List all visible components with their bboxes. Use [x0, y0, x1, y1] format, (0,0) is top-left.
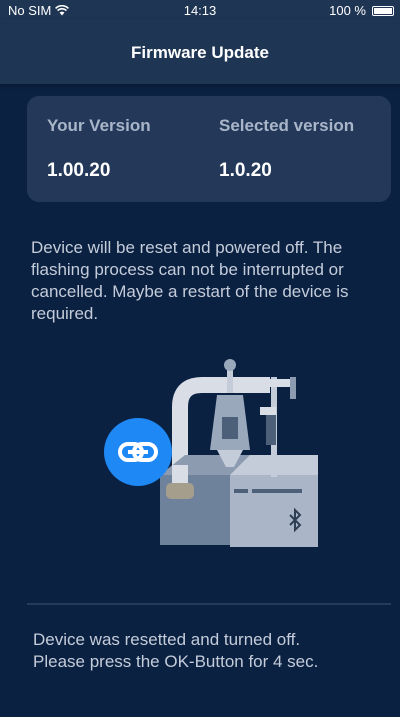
- battery-percent: 100 %: [329, 3, 366, 18]
- navigation-bar: Firmware Update: [0, 20, 400, 84]
- selected-version-value: 1.0.20: [219, 160, 272, 181]
- device-illustration: [104, 359, 318, 547]
- your-version-label: Your Version: [47, 116, 151, 135]
- your-version-value: 1.00.20: [47, 160, 111, 181]
- reset-warning-text: Device will be reset and powered off. Th…: [31, 238, 349, 323]
- divider: [27, 603, 391, 605]
- status-bar: No SIM 14:13 100 %: [0, 0, 400, 20]
- instructions-line-1: Device was resetted and turned off.: [33, 630, 301, 649]
- version-card: Your Version 1.00.20 Selected version 1.…: [27, 96, 391, 202]
- status-right: 100 %: [329, 3, 394, 18]
- battery-icon: [372, 5, 394, 16]
- instructions-line-2: Please press the OK-Button for 4 sec.: [33, 652, 319, 671]
- instructions-text: Device was resetted and turned off. Plea…: [33, 629, 393, 673]
- page-title: Firmware Update: [131, 43, 269, 62]
- selected-version-column: Selected version 1.0.20: [219, 116, 354, 182]
- selected-version-label: Selected version: [219, 116, 355, 135]
- your-version-column: Your Version 1.00.20: [47, 116, 151, 182]
